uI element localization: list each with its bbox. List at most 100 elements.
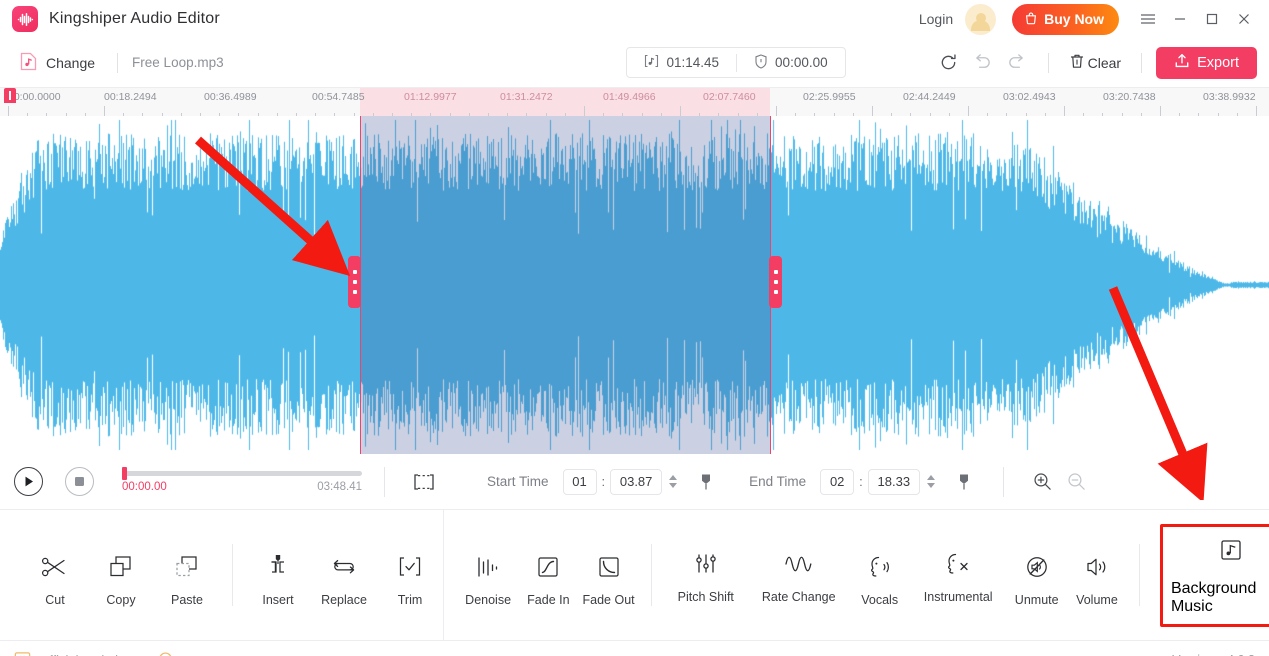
ruler-label: 01:12.9977: [404, 91, 457, 103]
end-marker-pin-icon[interactable]: [947, 466, 981, 498]
tool-fade-out-label: Fade Out: [582, 592, 635, 607]
buy-now-button[interactable]: Buy Now: [1012, 3, 1119, 35]
stop-button[interactable]: [65, 467, 94, 496]
trim-icon: [396, 550, 424, 580]
tool-insert[interactable]: Insert: [245, 544, 311, 607]
edit-tools-group: Cut Copy Paste Insert Replace Trim: [0, 510, 444, 640]
window-controls: [1133, 4, 1259, 34]
tool-background-music-label: Background Music: [1170, 579, 1257, 615]
selection-handle-left[interactable]: [348, 256, 361, 308]
tool-panels: Cut Copy Paste Insert Replace Trim Denoi…: [0, 510, 1269, 641]
tool-instrumental-label: Instrumental: [923, 589, 993, 604]
selection-duration-value: 00:00.00: [775, 55, 828, 70]
title-bar: Kingshiper Audio Editor Login Buy Now: [0, 0, 1269, 38]
tool-vocals[interactable]: Vocals: [850, 544, 910, 607]
avatar[interactable]: [965, 3, 997, 35]
seek-knob[interactable]: [122, 466, 127, 480]
change-file-button[interactable]: Change: [12, 48, 103, 78]
tool-background-music[interactable]: Background Music: [1159, 523, 1269, 627]
end-minutes-input[interactable]: 02: [820, 468, 855, 495]
avatar-image: [965, 3, 997, 35]
end-time-label: End Time: [749, 474, 807, 489]
seek-bar[interactable]: 00:00.00 03:48.41: [122, 466, 362, 493]
refresh-icon[interactable]: [932, 47, 966, 79]
tool-unmute-label: Unmute: [1014, 592, 1059, 607]
tool-unmute[interactable]: Unmute: [1007, 544, 1067, 607]
seek-times: 00:00.00 03:48.41: [122, 481, 362, 493]
app-window: Kingshiper Audio Editor Login Buy Now Ch…: [0, 0, 1269, 656]
tool-replace[interactable]: Replace: [311, 544, 377, 607]
tool-volume[interactable]: Volume: [1067, 544, 1127, 607]
instrumental-icon: [942, 547, 974, 577]
export-button[interactable]: Export: [1156, 46, 1257, 79]
tool-rate-change-label: Rate Change: [761, 589, 836, 604]
tool-trim[interactable]: Trim: [377, 544, 443, 607]
tool-fade-out[interactable]: Fade Out: [578, 544, 638, 607]
ruler-label: 02:44.2449: [903, 91, 956, 103]
tool-vocals-label: Vocals: [861, 592, 899, 607]
start-minutes-input[interactable]: 01: [562, 468, 597, 495]
music-file-icon: [20, 52, 37, 74]
tool-cut[interactable]: Cut: [22, 544, 88, 607]
current-time-label: 00:00.00: [122, 480, 167, 493]
waveform-canvas[interactable]: [0, 116, 1269, 454]
clear-label: Clear: [1087, 54, 1122, 71]
end-time-colon: :: [859, 474, 863, 489]
tool-instrumental[interactable]: Instrumental: [910, 547, 1007, 604]
official-website-link[interactable]: Official Website: [14, 651, 129, 656]
play-button[interactable]: [14, 467, 43, 496]
tool-fade-in[interactable]: Fade In: [518, 544, 578, 607]
customer-support-link[interactable]: Customer Support: [157, 651, 287, 656]
start-time-stepper[interactable]: [669, 475, 678, 488]
undo-icon[interactable]: [966, 47, 1000, 79]
headset-icon: [157, 651, 174, 656]
ruler-label: 00:36.4989: [204, 91, 257, 103]
end-seconds-input[interactable]: 18.33: [867, 468, 920, 495]
start-marker-pin-icon[interactable]: [689, 466, 723, 498]
zoom-in-icon[interactable]: [1026, 466, 1060, 498]
maximize-icon[interactable]: [1197, 4, 1227, 34]
playback-bar: 00:00.00 03:48.41 Start Time 01 : 03.87: [0, 454, 1269, 510]
tool-paste-label: Paste: [171, 592, 203, 607]
tool-insert-label: Insert: [262, 592, 294, 607]
ruler-label: 03:38.9932: [1203, 91, 1256, 103]
close-icon[interactable]: [1229, 4, 1259, 34]
hamburger-icon[interactable]: [1133, 4, 1163, 34]
clear-button[interactable]: Clear: [1063, 53, 1127, 73]
select-region-icon[interactable]: [407, 466, 441, 498]
tool-pitch-shift-label: Pitch Shift: [677, 589, 734, 604]
redo-icon[interactable]: [1000, 47, 1034, 79]
tool-copy[interactable]: Copy: [88, 544, 154, 607]
app-logo-icon: [12, 6, 38, 32]
seek-track[interactable]: [122, 466, 362, 480]
total-duration-value: 01:14.45: [666, 55, 720, 70]
login-button[interactable]: Login: [919, 11, 953, 27]
shopping-bag-icon: [1024, 11, 1038, 28]
replace-icon: [329, 550, 359, 580]
end-time-stepper[interactable]: [926, 475, 935, 488]
tool-paste[interactable]: Paste: [154, 544, 220, 607]
unmute-icon: [1023, 550, 1051, 580]
footer-bar: Official Website Customer Support Versio…: [0, 641, 1269, 656]
tool-rate-change[interactable]: Rate Change: [748, 547, 850, 604]
tool-cut-label: Cut: [45, 592, 65, 607]
zoom-out-icon[interactable]: [1060, 466, 1094, 498]
start-seconds-input[interactable]: 03.87: [610, 468, 663, 495]
tool-volume-label: Volume: [1076, 592, 1118, 607]
tool-pitch-shift[interactable]: Pitch Shift: [664, 547, 748, 604]
official-website-label: Official Website: [39, 653, 129, 656]
waveform-area[interactable]: [0, 116, 1269, 454]
background-music-divider: [1139, 544, 1140, 606]
ruler-label: 02:07.7460: [703, 91, 756, 103]
pitch-shift-icon: [691, 547, 721, 577]
total-time-label: 03:48.41: [317, 480, 362, 493]
tool-denoise[interactable]: Denoise: [458, 544, 518, 607]
ruler-label: 00:54.7485: [312, 91, 365, 103]
minimize-icon[interactable]: [1165, 4, 1195, 34]
denoise-icon: [474, 550, 502, 580]
timeline-ruler[interactable]: 00:00.0000 00:18.2494 00:36.4989 00:54.7485…: [0, 88, 1269, 116]
background-music-icon: [1218, 537, 1244, 568]
selection-handle-right[interactable]: [769, 256, 782, 308]
playhead-marker[interactable]: [4, 88, 16, 103]
copy-icon: [107, 550, 135, 580]
